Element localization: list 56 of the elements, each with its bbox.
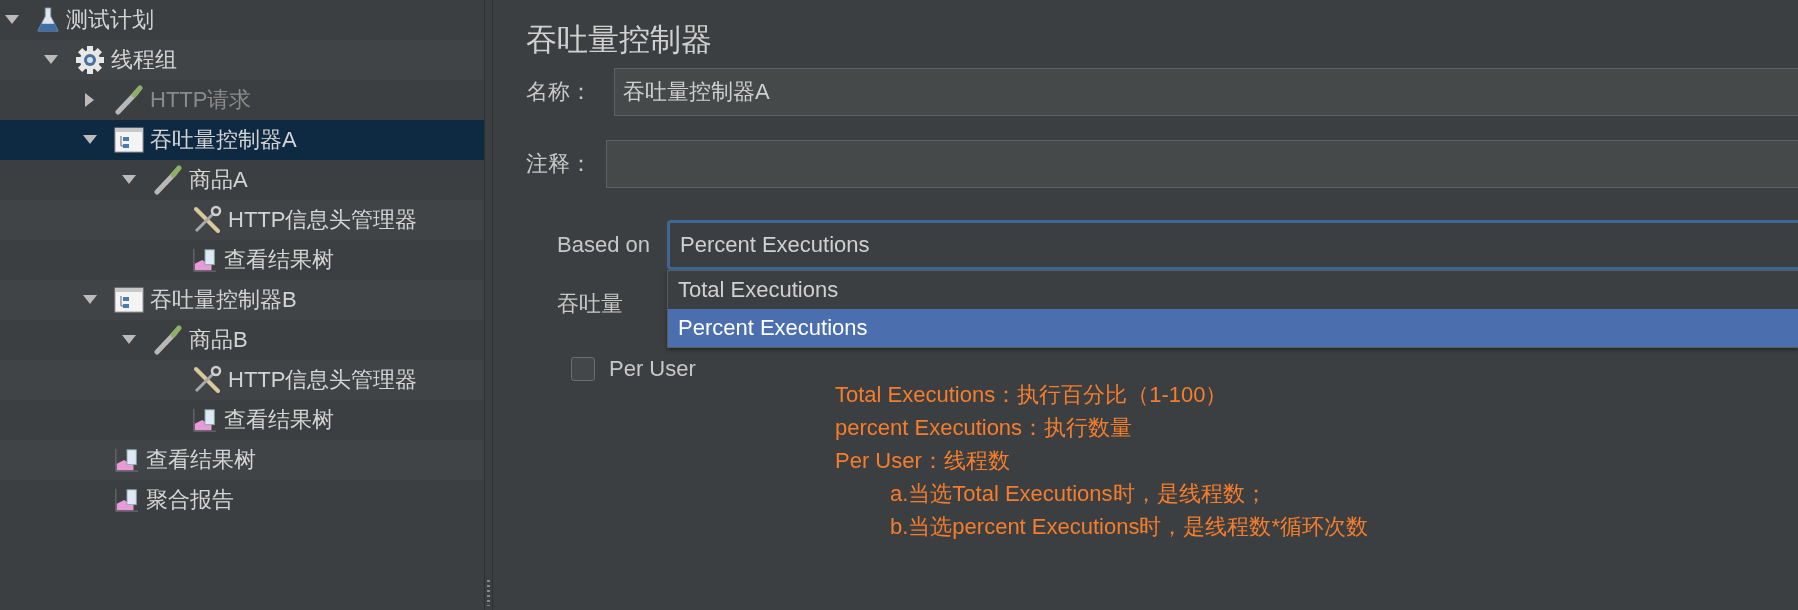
tools-icon — [192, 365, 222, 395]
annotation-text: a.当选Total Executions时，是线程数； — [890, 481, 1267, 506]
tree-item-label: HTTP请求 — [149, 86, 253, 114]
checkbox-label: Per User — [609, 356, 696, 382]
chart-icon — [192, 407, 218, 433]
panel-title: 吞吐量控制器 — [526, 21, 713, 59]
name-field[interactable]: 吞吐量控制器A — [614, 68, 1798, 116]
tools-icon — [192, 205, 222, 235]
field-label: Based on — [557, 232, 651, 258]
annotation-text: percent Executions：执行数量 — [835, 415, 1133, 440]
field-label: 注释： — [526, 150, 593, 178]
tree-row[interactable]: 聚合报告 — [0, 480, 484, 520]
tree-row[interactable]: 吞吐量控制器B — [0, 280, 484, 320]
tree-item-label: 线程组 — [110, 46, 178, 74]
chart-icon — [192, 247, 218, 273]
dropper-icon — [114, 85, 144, 115]
gear-icon — [75, 45, 105, 75]
tree-row[interactable]: 商品B — [0, 320, 484, 360]
chart-icon — [114, 447, 140, 473]
flask-icon — [36, 6, 60, 34]
tree-item-label: 吞吐量控制器B — [149, 286, 298, 314]
dropdown-option[interactable]: Total Executions — [668, 271, 1798, 309]
checkbox[interactable] — [571, 357, 595, 381]
tree-row[interactable]: 查看结果树 — [0, 400, 484, 440]
field-label: 吞吐量 — [557, 290, 623, 318]
dropper-icon — [153, 165, 183, 195]
dropdown[interactable]: Percent Executions — [667, 220, 1798, 270]
tree-item-label: 测试计划 — [65, 6, 155, 34]
tree-item-label: HTTP信息头管理器 — [227, 366, 419, 394]
annotation-text: Per User：线程数 — [835, 448, 1010, 473]
tree-row[interactable]: HTTP信息头管理器 — [0, 200, 484, 240]
tree-row[interactable]: 查看结果树 — [0, 240, 484, 280]
annotation-text: Total Executions：执行百分比（1-100） — [835, 382, 1228, 407]
tree-row[interactable]: 吞吐量控制器A — [0, 120, 484, 160]
tree-row[interactable]: 查看结果树 — [0, 440, 484, 480]
tree-item-label: HTTP信息头管理器 — [227, 206, 419, 234]
tree-item-label: 聚合报告 — [145, 486, 235, 514]
dropdown-option[interactable]: Percent Executions — [668, 309, 1798, 347]
chart-icon — [114, 487, 140, 513]
tree-item-label: 吞吐量控制器A — [149, 126, 298, 154]
tree-item-label: 查看结果树 — [223, 246, 335, 274]
window-icon — [114, 287, 144, 313]
dropper-icon — [153, 325, 183, 355]
tree-row[interactable]: 测试计划 — [0, 0, 484, 40]
tree-item-label: 商品A — [188, 166, 249, 194]
tree-row[interactable]: HTTP信息头管理器 — [0, 360, 484, 400]
window-icon — [114, 127, 144, 153]
annotation-text: b.当选percent Executions时，是线程数*循环次数 — [890, 514, 1369, 539]
tree-item-label: 查看结果树 — [145, 446, 257, 474]
tree-item-label: 商品B — [188, 326, 249, 354]
tree-row[interactable]: 商品A — [0, 160, 484, 200]
splitter-handle[interactable] — [487, 580, 490, 606]
comment-field[interactable] — [606, 140, 1798, 188]
tree-item-label: 查看结果树 — [223, 406, 335, 434]
tree-row[interactable]: 线程组 — [0, 40, 484, 80]
field-label: 名称： — [526, 78, 593, 106]
